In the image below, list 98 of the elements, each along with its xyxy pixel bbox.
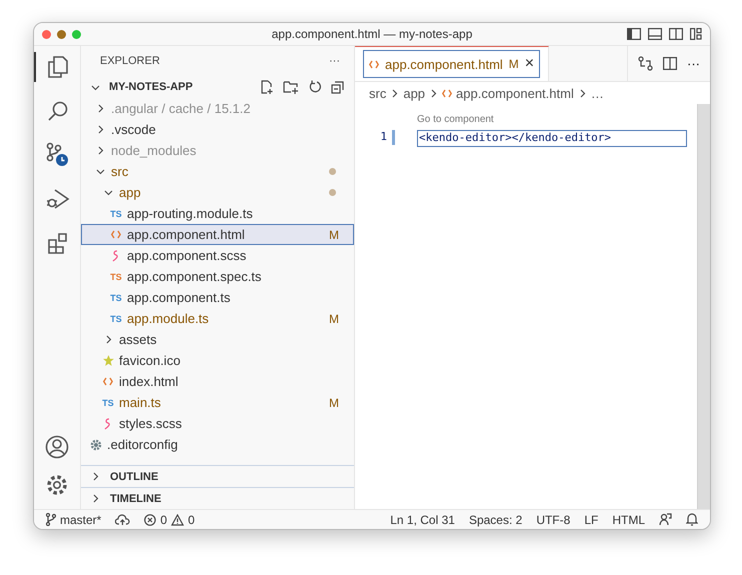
file-item[interactable]: app.component.html M bbox=[81, 224, 354, 245]
typescript-file-icon: TS bbox=[110, 292, 122, 302]
codelens-link[interactable]: Go to component bbox=[417, 114, 687, 130]
layout-icon[interactable] bbox=[690, 28, 702, 40]
typescript-file-icon: TS bbox=[110, 272, 122, 282]
collapse-all-icon[interactable] bbox=[331, 80, 344, 94]
typescript-file-icon: TS bbox=[110, 314, 122, 324]
code-brackets-icon bbox=[369, 60, 379, 68]
file-item[interactable]: app.component.scss bbox=[81, 245, 354, 266]
file-name: styles.scss bbox=[119, 416, 182, 431]
file-item[interactable]: index.html bbox=[81, 371, 354, 392]
file-name: app.component.html bbox=[127, 227, 245, 242]
file-item[interactable]: .editorconfig bbox=[81, 434, 354, 455]
compare-changes-icon[interactable] bbox=[638, 56, 653, 71]
folder-name: node_modules bbox=[111, 143, 196, 158]
sidebar-toggle-icon[interactable] bbox=[627, 28, 641, 40]
branch-status[interactable]: master* bbox=[46, 512, 102, 526]
minimize-button[interactable] bbox=[57, 30, 66, 38]
sass-file-icon bbox=[103, 418, 113, 430]
typescript-file-icon: TS bbox=[110, 208, 122, 218]
scrollbar[interactable] bbox=[697, 104, 710, 509]
modified-marker: M bbox=[329, 396, 339, 410]
panel-toggle-icon[interactable] bbox=[648, 28, 662, 40]
file-name: app.component.scss bbox=[127, 248, 246, 263]
code-brackets-icon bbox=[103, 377, 113, 386]
breadcrumb-item[interactable]: … bbox=[590, 86, 604, 100]
panel-header[interactable]: OUTLINE bbox=[81, 465, 354, 487]
gear-icon bbox=[90, 438, 102, 450]
new-file-icon[interactable] bbox=[260, 80, 274, 94]
change-gutter-mark bbox=[392, 130, 395, 145]
code-brackets-icon bbox=[111, 230, 121, 239]
status-item[interactable]: Ln 1, Col 31 bbox=[390, 512, 455, 526]
split-editor-icon[interactable] bbox=[663, 57, 677, 70]
problems-status[interactable]: 0 0 bbox=[144, 512, 195, 526]
status-item[interactable]: Spaces: 2 bbox=[468, 512, 522, 526]
file-item[interactable]: TS main.ts M bbox=[81, 392, 354, 413]
bell-icon[interactable] bbox=[686, 513, 698, 526]
file-name: app.module.ts bbox=[127, 311, 209, 326]
modified-marker: M bbox=[329, 228, 339, 242]
file-item[interactable]: TS app.module.ts M bbox=[81, 308, 354, 329]
folder-name: .vscode bbox=[111, 122, 156, 137]
folder-item[interactable]: app bbox=[81, 182, 354, 203]
chevron-right-icon bbox=[390, 88, 400, 98]
file-name: app-routing.module.ts bbox=[127, 206, 253, 221]
star-icon bbox=[102, 354, 114, 367]
more-actions-button[interactable]: ··· bbox=[329, 55, 340, 67]
feedback-icon[interactable] bbox=[659, 513, 672, 526]
folder-item[interactable]: src bbox=[81, 161, 354, 182]
close-button[interactable] bbox=[42, 30, 51, 38]
refresh-icon[interactable] bbox=[308, 80, 322, 94]
code-brackets-icon bbox=[442, 88, 452, 98]
source-control-icon bbox=[46, 142, 70, 168]
extensions-icon bbox=[47, 232, 69, 254]
file-name: app.component.spec.ts bbox=[127, 269, 262, 284]
file-name: index.html bbox=[119, 374, 178, 389]
branch-icon bbox=[46, 513, 56, 526]
file-name: favicon.ico bbox=[119, 353, 180, 368]
account-icon[interactable] bbox=[45, 435, 69, 459]
more-actions-button[interactable]: ··· bbox=[687, 56, 700, 71]
settings-icon[interactable] bbox=[45, 473, 69, 497]
sass-file-icon bbox=[111, 250, 121, 262]
modified-marker: M bbox=[329, 312, 339, 326]
status-item[interactable]: UTF-8 bbox=[536, 512, 570, 526]
chevron-right-icon bbox=[578, 88, 587, 98]
file-item[interactable]: TS app.component.spec.ts bbox=[81, 266, 354, 287]
file-name: app.component.ts bbox=[127, 290, 230, 305]
folder-name: src bbox=[111, 164, 128, 179]
cloud-upload-icon[interactable] bbox=[115, 514, 130, 526]
folder-item[interactable]: assets bbox=[81, 329, 354, 350]
split-layout-icon[interactable] bbox=[669, 28, 683, 40]
warning-icon bbox=[171, 514, 184, 526]
file-item[interactable]: favicon.ico bbox=[81, 350, 354, 371]
breadcrumb-item[interactable]: src bbox=[369, 86, 386, 100]
search-icon bbox=[47, 100, 69, 122]
sidebar-title: EXPLORER bbox=[100, 55, 160, 67]
folder-name: app bbox=[119, 185, 141, 200]
debug-icon bbox=[46, 188, 70, 210]
editor-tab[interactable]: app.component.html M × bbox=[355, 46, 550, 81]
status-item[interactable]: HTML bbox=[612, 512, 645, 526]
file-item[interactable]: styles.scss bbox=[81, 413, 354, 434]
folder-name: assets bbox=[119, 332, 157, 347]
line-number: 1 bbox=[380, 130, 387, 145]
error-icon bbox=[144, 514, 156, 526]
file-item[interactable]: TS app.component.ts bbox=[81, 287, 354, 308]
file-item[interactable]: TS app-routing.module.ts bbox=[81, 203, 354, 224]
typescript-file-icon: TS bbox=[102, 398, 114, 408]
folder-name: .angular / cache / 15.1.2 bbox=[111, 101, 250, 116]
folder-item[interactable]: .vscode bbox=[81, 119, 354, 140]
breadcrumb-item[interactable]: app bbox=[403, 86, 426, 100]
chevron-right-icon bbox=[429, 88, 438, 98]
status-item[interactable]: LF bbox=[584, 512, 598, 526]
file-name: main.ts bbox=[119, 395, 161, 410]
files-icon bbox=[47, 55, 69, 79]
window-title: app.component.html — my-notes-app bbox=[270, 27, 474, 41]
workspace-title[interactable]: MY-NOTES-APP bbox=[109, 81, 257, 93]
new-folder-icon[interactable] bbox=[283, 80, 299, 94]
file-name: .editorconfig bbox=[107, 437, 178, 452]
breadcrumb-item[interactable]: app.component.html bbox=[456, 86, 574, 100]
